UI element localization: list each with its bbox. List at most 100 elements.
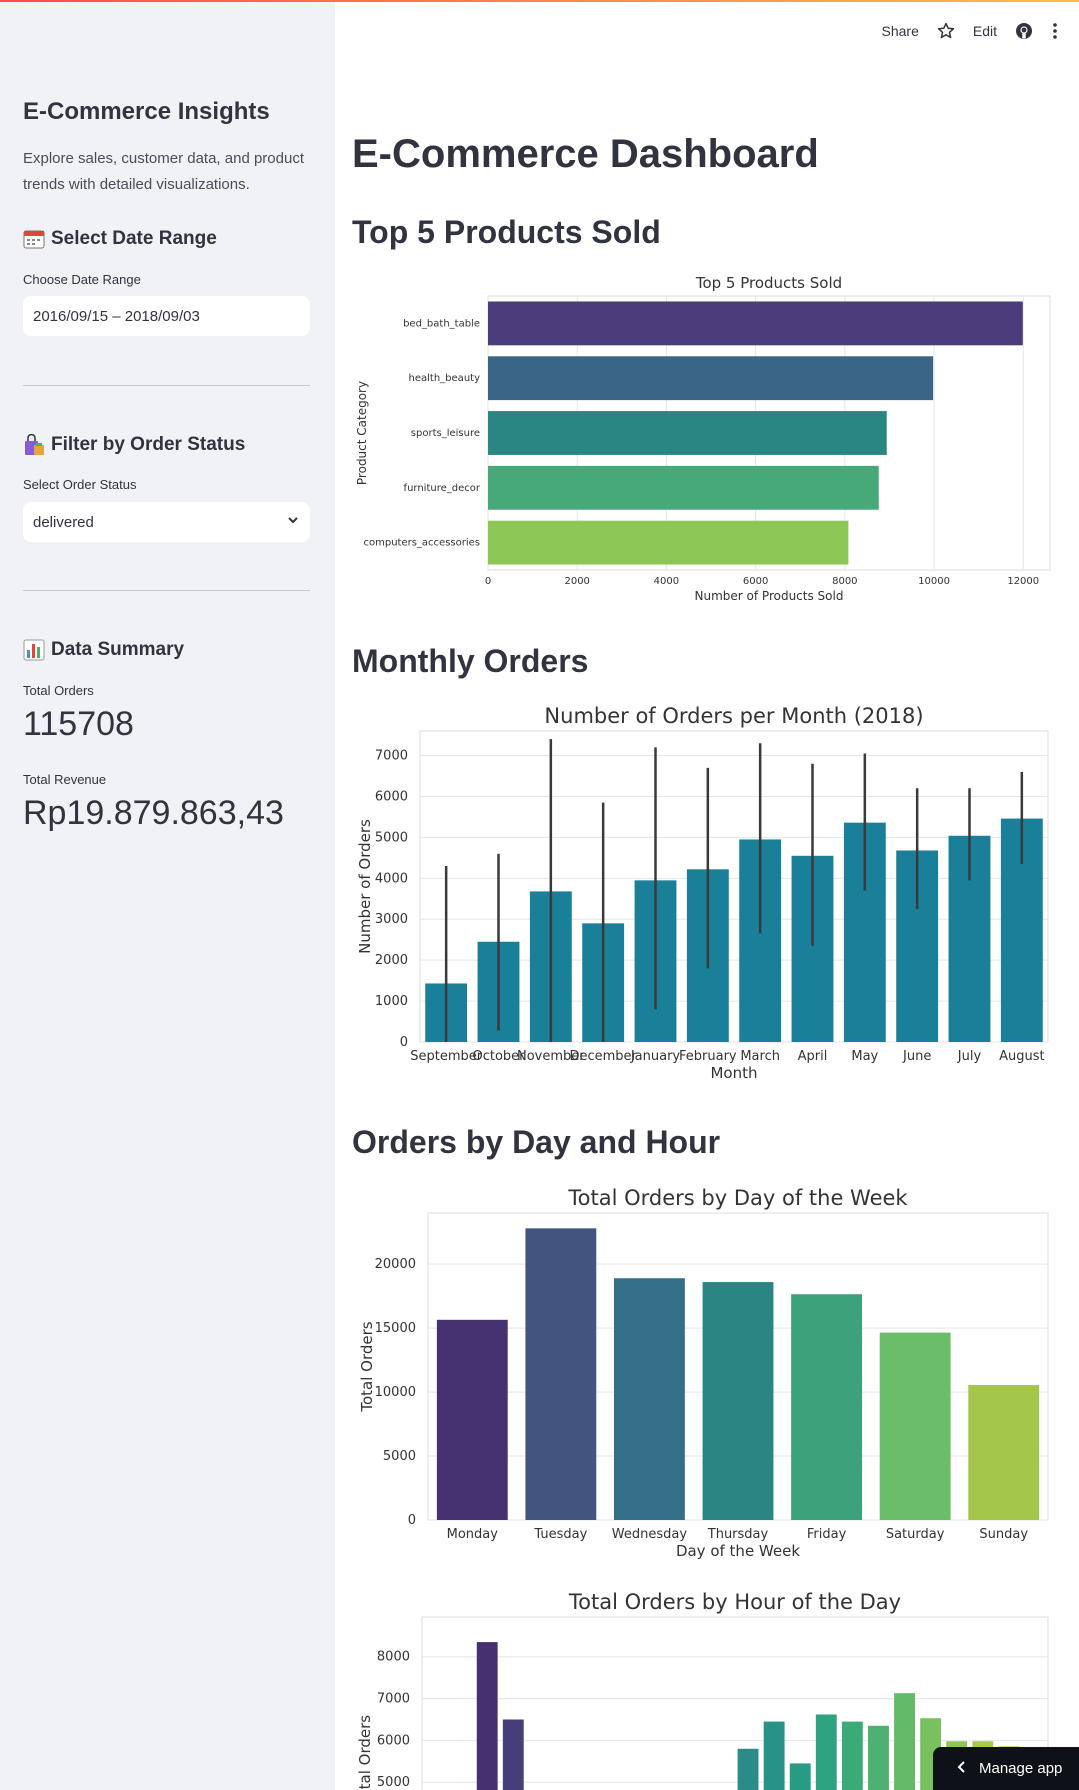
shopping-bags-icon bbox=[23, 433, 45, 456]
y-tick-label: 5000 bbox=[375, 830, 408, 845]
bar bbox=[614, 1278, 685, 1520]
section-monthly-orders: Monthly Orders bbox=[352, 643, 589, 679]
bar bbox=[488, 301, 1023, 346]
date-range-input[interactable]: 2016/09/15 – 2018/09/03 bbox=[23, 296, 310, 336]
bar bbox=[476, 1642, 498, 1790]
date-range-value: 2016/09/15 – 2018/09/03 bbox=[33, 307, 200, 325]
x-tick-label: Friday bbox=[807, 1527, 847, 1542]
order-status-value: delivered bbox=[33, 513, 94, 531]
y-tick-label: 0 bbox=[408, 1513, 416, 1528]
sidebar-description: Explore sales, customer data, and produc… bbox=[23, 150, 304, 193]
bar bbox=[502, 1719, 524, 1790]
order-status-select[interactable]: delivered bbox=[23, 502, 310, 542]
order-status-label: Select Order Status bbox=[23, 477, 137, 492]
bar bbox=[815, 1714, 837, 1790]
sidebar-title: E-Commerce Insights bbox=[23, 98, 270, 125]
x-tick-label: Sunday bbox=[979, 1527, 1028, 1542]
data-summary-heading: Data Summary bbox=[23, 639, 184, 661]
x-tick-label: December bbox=[569, 1049, 637, 1064]
bar bbox=[789, 1763, 811, 1790]
app-toolbar: Share Edit bbox=[882, 22, 1059, 40]
top-products-chart: 0 2000 4000 6000 8000 10000 12000 bed_bath_tabl… bbox=[355, 274, 1051, 603]
bar bbox=[488, 465, 879, 510]
x-tick-label: 0 bbox=[485, 576, 491, 587]
y-tick-label: 10000 bbox=[375, 1385, 416, 1400]
share-button[interactable]: Share bbox=[882, 23, 919, 39]
order-status-heading-text: Filter by Order Status bbox=[51, 434, 246, 455]
calendar-icon bbox=[23, 228, 45, 250]
bar bbox=[702, 1282, 774, 1520]
x-tick-label: 4000 bbox=[654, 576, 679, 587]
bar bbox=[488, 520, 849, 565]
x-tick-label: 8000 bbox=[832, 576, 857, 587]
y-tick-label: 6000 bbox=[377, 1733, 410, 1748]
bar bbox=[879, 1332, 951, 1520]
chevron-left-icon bbox=[957, 1760, 967, 1778]
x-tick-label: May bbox=[851, 1049, 878, 1064]
y-axis-label: Total Orders bbox=[358, 1321, 376, 1412]
chart-title: Total Orders by Day of the Week bbox=[567, 1186, 908, 1210]
y-tick-label: 4000 bbox=[375, 871, 408, 886]
x-tick-label: 2000 bbox=[564, 576, 589, 587]
bar bbox=[968, 1385, 1040, 1520]
y-tick-label: 15000 bbox=[375, 1321, 416, 1336]
y-tick-label: furniture_decor bbox=[404, 483, 481, 494]
page-title: E-Commerce Dashboard bbox=[352, 132, 819, 176]
x-tick-label: June bbox=[902, 1049, 931, 1064]
bar bbox=[791, 1294, 862, 1520]
x-tick-label: Saturday bbox=[886, 1527, 945, 1542]
chevron-down-icon bbox=[286, 513, 300, 531]
x-tick-label: Wednesday bbox=[612, 1527, 688, 1542]
bar bbox=[894, 1693, 915, 1790]
y-tick-label: 2000 bbox=[375, 953, 408, 968]
date-range-label: Choose Date Range bbox=[23, 272, 141, 287]
x-tick-label: February bbox=[679, 1049, 737, 1064]
total-orders-value: 115708 bbox=[23, 705, 134, 743]
bar-chart-icon bbox=[23, 639, 45, 661]
y-tick-label: 7000 bbox=[377, 1692, 410, 1707]
y-tick-label: bed_bath_table bbox=[403, 318, 480, 329]
chart-title: Total Orders by Hour of the Day bbox=[568, 1590, 901, 1614]
manage-app-label: Manage app bbox=[979, 1760, 1063, 1777]
y-tick-label: 1000 bbox=[375, 994, 408, 1009]
bar bbox=[488, 411, 887, 455]
y-axis-label: Number of Orders bbox=[356, 819, 374, 954]
x-tick-label: Tuesday bbox=[533, 1527, 587, 1542]
y-tick-label: 20000 bbox=[375, 1257, 416, 1272]
star-icon[interactable] bbox=[937, 22, 955, 40]
x-tick-label: Monday bbox=[447, 1527, 499, 1542]
y-tick-label: 6000 bbox=[375, 789, 408, 804]
y-tick-label: health_beauty bbox=[409, 373, 481, 384]
x-tick-label: April bbox=[798, 1049, 828, 1064]
manage-app-button[interactable]: Manage app bbox=[933, 1747, 1079, 1790]
y-tick-label: 7000 bbox=[375, 749, 408, 764]
bar bbox=[737, 1748, 759, 1790]
sidebar-divider bbox=[23, 385, 310, 386]
chart-title: Number of Orders per Month (2018) bbox=[544, 704, 923, 728]
y-axis-label: Total Orders bbox=[356, 1715, 374, 1790]
bar bbox=[868, 1725, 889, 1790]
date-range-heading: Select Date Range bbox=[23, 228, 217, 250]
x-tick-label: 10000 bbox=[918, 576, 950, 587]
sidebar-divider bbox=[23, 590, 310, 591]
section-top-products: Top 5 Products Sold bbox=[352, 214, 661, 250]
y-tick-label: 8000 bbox=[377, 1650, 410, 1665]
x-axis-label: Day of the Week bbox=[676, 1542, 800, 1560]
y-tick-label: 0 bbox=[400, 1035, 408, 1050]
chart-title: Top 5 Products Sold bbox=[695, 274, 842, 292]
github-icon[interactable] bbox=[1015, 22, 1033, 40]
date-range-heading-text: Select Date Range bbox=[51, 228, 217, 249]
y-tick-label: sports_leisure bbox=[411, 428, 480, 439]
bar bbox=[488, 356, 934, 401]
x-tick-label: Thursday bbox=[707, 1527, 769, 1542]
x-tick-label: 6000 bbox=[743, 576, 768, 587]
more-options-icon[interactable] bbox=[1051, 22, 1059, 40]
total-revenue-label: Total Revenue bbox=[23, 772, 107, 787]
section-day-hour: Orders by Day and Hour bbox=[352, 1124, 721, 1160]
top-accent-line bbox=[0, 0, 1079, 2]
edit-button[interactable]: Edit bbox=[973, 23, 997, 39]
x-tick-label: August bbox=[999, 1049, 1044, 1064]
x-tick-label: 12000 bbox=[1007, 576, 1039, 587]
x-axis-label: Month bbox=[710, 1064, 757, 1082]
day-of-week-chart: 0 5000 10000 15000 20000 Monday Tuesday Wednesd… bbox=[358, 1186, 1049, 1560]
